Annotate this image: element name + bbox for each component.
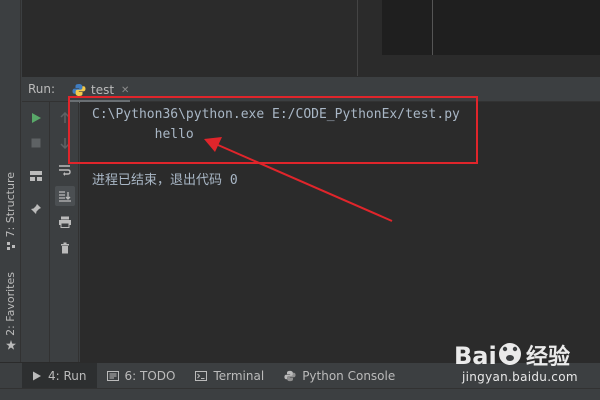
watermark-url: jingyan.baidu.com <box>462 370 578 384</box>
terminal-icon <box>195 370 208 381</box>
tab-terminal-label: Terminal <box>213 368 265 383</box>
tab-python-console-label: Python Console <box>302 368 396 383</box>
list-icon <box>106 370 119 381</box>
svg-text:Bai: Bai <box>454 342 497 370</box>
svg-text:经验: 经验 <box>526 344 570 370</box>
python-icon <box>284 370 296 381</box>
tab-run-label: 4: Run <box>48 368 87 383</box>
tab-terminal[interactable]: Terminal <box>185 363 274 389</box>
play-icon <box>33 371 41 380</box>
tab-todo-label: 6: TODO <box>124 368 176 383</box>
tab-python-console[interactable]: Python Console <box>274 363 405 389</box>
tab-todo[interactable]: 6: TODO <box>97 363 186 389</box>
baidu-jingyan-watermark: Bai 经验 <box>454 342 570 370</box>
tab-run[interactable]: 4: Run <box>22 362 97 389</box>
